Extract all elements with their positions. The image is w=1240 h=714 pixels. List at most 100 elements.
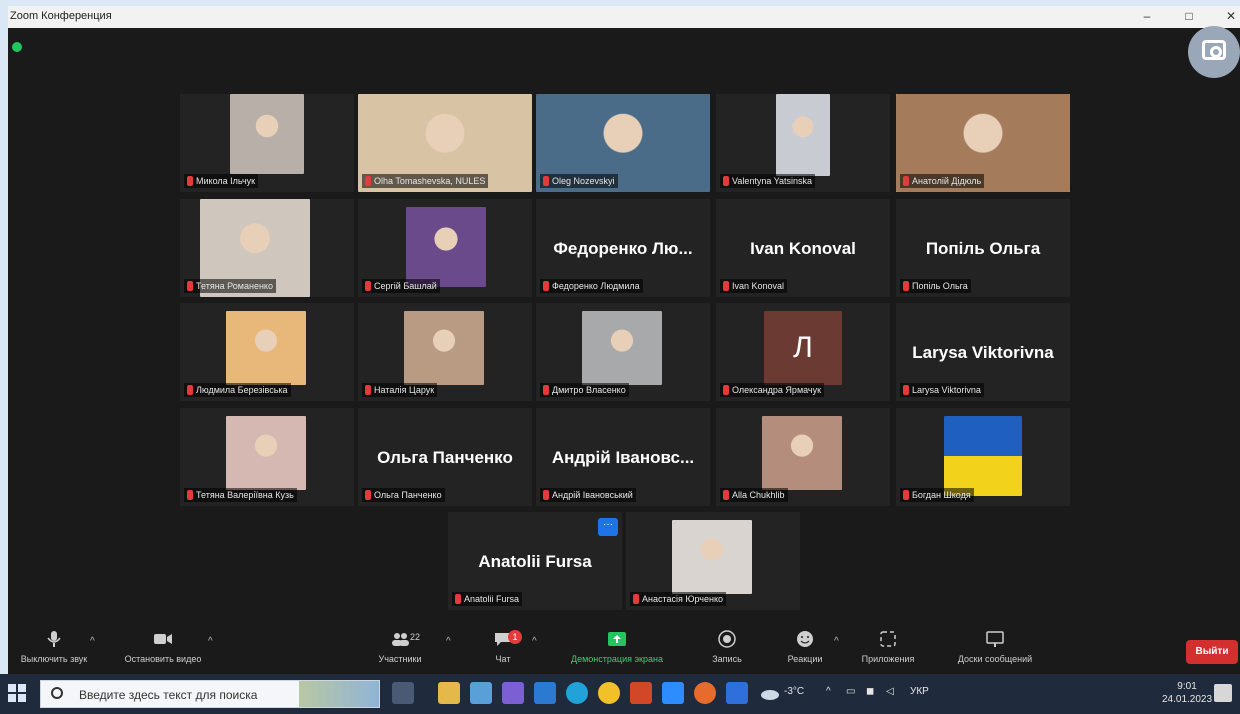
participant-tile[interactable]: Анатолій Дідюль [896,94,1070,192]
weather-cloud-icon [761,690,779,700]
reactions-smiley-icon [797,631,813,647]
whiteboard-button[interactable]: Доски сообщений [940,630,1050,664]
muted-mic-icon [187,490,193,500]
participant-tile[interactable]: Ольга Панченко Ольга Панченко [358,408,532,506]
browser-app-icon[interactable] [694,682,716,704]
search-highlight-image [299,681,379,707]
participant-tile[interactable]: Федоренко Лю... Федоренко Людмила [536,199,710,297]
participant-tile[interactable]: Дмитро Власенко [536,303,710,401]
muted-mic-icon [187,385,193,395]
chat-chevron-icon[interactable]: ^ [532,636,537,647]
muted-mic-icon [633,594,639,604]
participants-icon [392,633,409,646]
participant-name-label: Анатолій Дідюль [900,174,985,188]
muted-mic-icon [187,281,193,291]
participants-button[interactable]: 22 Участники ^ [360,630,451,664]
participant-tile[interactable]: Попіль Ольга Попіль Ольга [896,199,1070,297]
participant-tile[interactable]: Сергій Башлай [358,199,532,297]
participant-tile[interactable]: Anatolii Fursa ··· Anatolii Fursa [448,512,622,610]
participant-name-label: Микола Ільчук [184,174,259,188]
participant-name-label: Наталія Царук [362,383,438,397]
whiteboard-icon [986,631,1004,647]
edge-browser-icon[interactable] [566,682,588,704]
tray-language[interactable]: УКР [910,686,929,697]
leave-meeting-button[interactable]: Выйти [1186,640,1238,664]
mute-button[interactable]: Выключить звук ^ [8,630,100,664]
muted-mic-icon [455,594,461,604]
participant-tile[interactable]: Тетяна Валеріївна Кузь [180,408,354,506]
reactions-button[interactable]: Реакции ^ [780,630,839,664]
participant-name-label: Valentyna Yatsinska [720,174,816,188]
participant-tile[interactable]: Тетяна Романенко [180,199,354,297]
video-camera-icon [154,634,172,644]
participant-name-label: Анастасія Юрченко [630,592,726,606]
participant-name-label: Людмила Березівська [184,383,291,397]
record-button[interactable]: Запись [702,630,752,664]
participant-name-label: Богдан Шкодя [900,488,974,502]
muted-mic-icon [365,490,371,500]
muted-mic-icon [903,176,909,186]
participant-tile[interactable]: Людмила Березівська [180,303,354,401]
participant-video [672,520,752,594]
file-explorer-icon[interactable] [438,682,460,704]
participant-tile[interactable]: Наталія Царук [358,303,532,401]
participant-tile[interactable]: Богдан Шкодя [896,408,1070,506]
participant-tile[interactable]: Oleg Nozevskyi [536,94,710,192]
chat-label: Чат [495,654,511,664]
tray-network-icon[interactable]: ◼ [866,686,874,697]
participants-label: Участники [378,654,422,664]
participant-display-name: Андрій Івановс... [551,448,695,467]
maximize-button[interactable]: □ [1180,8,1198,24]
participant-tile[interactable]: Андрій Івановс... Андрій Івановський [536,408,710,506]
tile-more-options-button[interactable]: ··· [598,518,618,536]
stop-video-button[interactable]: Остановить видео ^ [108,630,218,664]
participant-video [582,311,662,385]
video-options-chevron-icon[interactable]: ^ [208,636,213,647]
participant-tile[interactable]: Микола Ільчук [180,94,354,192]
task-view-icon[interactable] [392,682,414,704]
word-icon[interactable] [726,682,748,704]
participant-name-label: Тетяна Валеріївна Кузь [184,488,297,502]
participant-tile[interactable]: Larysa Viktorivna Larysa Viktorivna [896,303,1070,401]
reactions-label: Реакции [787,654,823,664]
participant-video [230,94,304,174]
title-bar: Zoom Конференция – □ ✕ [8,6,1240,28]
powerpoint-icon[interactable] [630,682,652,704]
ukraine-flag-avatar [944,416,1022,496]
participant-tile[interactable]: Alla Chukhlib [716,408,890,506]
visual-studio-icon[interactable] [502,682,524,704]
windows-taskbar: Введите здесь текст для поиска -3°C ^ ▭ … [0,674,1240,714]
chrome-browser-icon[interactable] [598,682,620,704]
audio-options-chevron-icon[interactable]: ^ [90,636,95,647]
participant-tile[interactable]: Olha Tomashevska, NULES [358,94,532,192]
participant-tile[interactable]: Л Олександра Ярмачук [716,303,890,401]
participant-tile[interactable]: Valentyna Yatsinska [716,94,890,192]
participant-tile[interactable]: Ivan Konoval Ivan Konoval [716,199,890,297]
close-button[interactable]: ✕ [1222,8,1240,24]
apps-button[interactable]: Приложения [850,630,926,664]
windows-start-icon[interactable] [8,684,26,702]
participant-name-label: Olha Tomashevska, NULES [362,174,489,188]
system-clock[interactable]: 9:01 24.01.2023 [1162,680,1212,706]
chat-button[interactable]: 1 Чат ^ [478,630,537,664]
mute-label: Выключить звук [20,654,88,664]
muted-mic-icon [543,385,549,395]
mail-icon[interactable] [534,682,556,704]
muted-mic-icon [723,385,729,395]
tray-battery-icon[interactable]: ▭ [846,686,855,697]
tray-volume-icon[interactable]: ◁ [886,686,894,697]
store-icon[interactable] [470,682,492,704]
taskbar-search-box[interactable]: Введите здесь текст для поиска [40,680,380,708]
reactions-chevron-icon[interactable]: ^ [834,636,839,647]
minimize-button[interactable]: – [1138,8,1156,24]
zoom-app-icon[interactable] [662,682,684,704]
notification-center-icon[interactable] [1214,684,1232,702]
view-switch-icon[interactable] [1188,26,1240,78]
share-screen-button[interactable]: Демонстрация экрана [550,630,684,664]
muted-mic-icon [365,281,371,291]
tray-chevron-icon[interactable]: ^ [826,686,831,697]
participant-tile[interactable]: Анастасія Юрченко [626,512,800,610]
participant-display-name: Ivan Konoval [750,239,856,258]
participants-chevron-icon[interactable]: ^ [446,636,451,647]
security-shield-icon[interactable] [12,42,22,52]
